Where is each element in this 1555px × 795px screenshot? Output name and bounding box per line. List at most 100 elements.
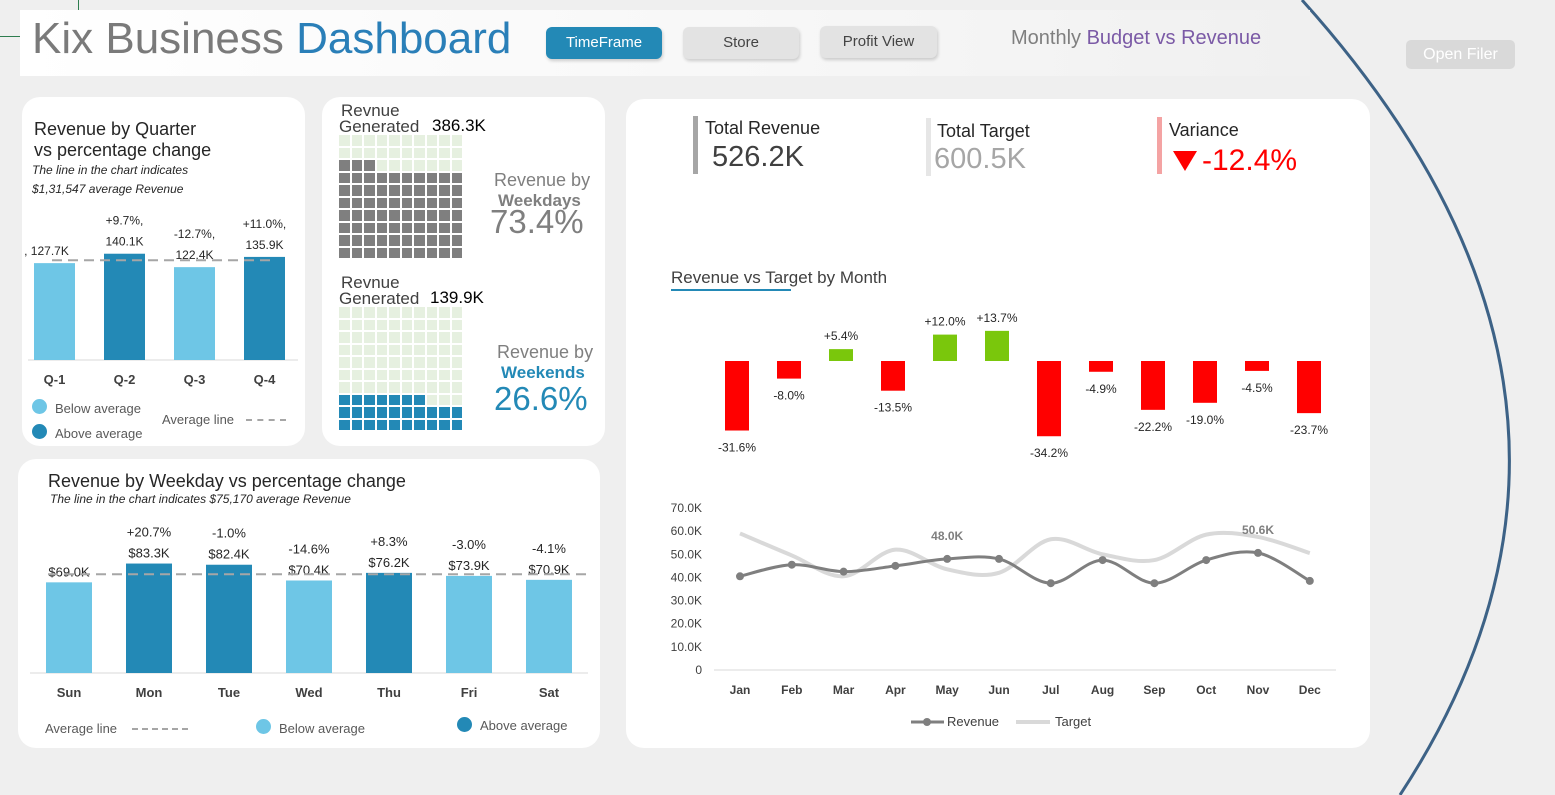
waffle-cell — [339, 185, 350, 196]
point-label: 48.0K — [931, 529, 963, 543]
total-target-label: Total Target — [937, 121, 1030, 141]
x-tick-label: Jan — [730, 683, 751, 697]
waffle-cell — [339, 357, 350, 368]
variance-label: -13.5% — [874, 401, 912, 415]
waffle-cell — [339, 160, 350, 171]
variance-bar-dec — [1297, 361, 1321, 414]
tab-profit-view[interactable]: Profit View — [820, 26, 937, 58]
waffle-cell — [389, 222, 400, 233]
waffle-cell — [351, 332, 362, 343]
tab-store[interactable]: Store — [683, 27, 799, 59]
revenue-point — [839, 567, 848, 576]
x-tick-label: Dec — [1299, 683, 1321, 697]
total-revenue-value: 526.2K — [712, 141, 804, 173]
waffle-cell — [389, 147, 400, 158]
waffle-cell — [439, 357, 450, 368]
legend-average-label: Average line — [45, 721, 118, 736]
weekday-revenue-value: 386.3K — [432, 116, 486, 135]
legend-average-label: Average line — [162, 412, 235, 427]
waffle-cell — [339, 382, 350, 393]
waffle-cell — [439, 419, 450, 430]
waffle-cell — [389, 382, 400, 393]
waffle-cell — [364, 160, 375, 171]
waffle-cell — [439, 197, 450, 208]
waffle-cell — [439, 147, 450, 158]
waffle-cell — [439, 332, 450, 343]
waffle-cell — [339, 407, 350, 418]
x-tick-label: Jul — [1042, 683, 1059, 697]
waffle-cell — [439, 160, 450, 171]
waffle-cell — [451, 172, 462, 183]
waffle-cell — [364, 247, 375, 258]
x-tick-label: Nov — [1247, 683, 1270, 697]
weekend-share-label: Revenue by — [497, 342, 594, 362]
waffle-cell — [351, 357, 362, 368]
waffle-cell — [376, 382, 387, 393]
waffle-cell — [376, 332, 387, 343]
waffle-cell — [364, 319, 375, 330]
total-target-value: 600.5K — [934, 143, 1026, 175]
waffle-cell — [389, 197, 400, 208]
bar-sat — [526, 579, 572, 673]
waffle-cell — [414, 419, 425, 430]
weekday-share-label: Revenue by — [494, 170, 591, 190]
waffle-cell — [451, 394, 462, 405]
bar-q-2 — [104, 253, 145, 360]
percent-label: -3.0% — [452, 537, 486, 552]
waffle-cell — [351, 319, 362, 330]
waffle-cell — [339, 135, 350, 146]
waffle-cell — [451, 210, 462, 221]
waffle-cell — [439, 235, 450, 246]
waffle-cell — [439, 135, 450, 146]
waffle-cell — [364, 407, 375, 418]
waffle-cell — [339, 332, 350, 343]
x-tick-label: May — [936, 683, 960, 697]
waffle-cell — [414, 407, 425, 418]
waffle-cell — [451, 197, 462, 208]
waffle-cell — [439, 172, 450, 183]
y-tick-label: 60.0K — [671, 524, 702, 538]
waffle-cell — [401, 160, 412, 171]
waffle-cell — [439, 247, 450, 258]
waffle-cell — [426, 394, 437, 405]
waffle-cell — [401, 247, 412, 258]
waffle-cell — [414, 160, 425, 171]
waffle-cell — [339, 319, 350, 330]
tab-timeframe[interactable]: TimeFrame — [546, 27, 662, 59]
waffle-cell — [376, 135, 387, 146]
waffle-cell — [426, 235, 437, 246]
waffle-cell — [364, 332, 375, 343]
waffle-cell — [351, 197, 362, 208]
waffle-cell — [426, 419, 437, 430]
waffle-cell — [451, 344, 462, 355]
waffle-cell — [351, 344, 362, 355]
waffle-cell — [389, 332, 400, 343]
open-filer-button[interactable]: Open Filer — [1406, 40, 1515, 69]
bar-wed — [286, 580, 332, 673]
waffle-cell — [351, 185, 362, 196]
waffle-cell — [389, 185, 400, 196]
waffle-cell — [451, 222, 462, 233]
waffle-cell — [426, 344, 437, 355]
waffle-cell — [439, 382, 450, 393]
waffle-cell — [389, 319, 400, 330]
waffle-cell — [414, 319, 425, 330]
waffle-cell — [414, 172, 425, 183]
waffle-cell — [376, 344, 387, 355]
total-revenue-label: Total Revenue — [705, 118, 821, 138]
waffle-cell — [389, 369, 400, 380]
variance-bar-jun — [985, 330, 1009, 361]
waffle-cell — [339, 344, 350, 355]
revenue-point — [1098, 556, 1107, 565]
waffle-cell — [351, 247, 362, 258]
waffle-cell — [389, 235, 400, 246]
waffle-cell — [401, 185, 412, 196]
waffle-cell — [364, 185, 375, 196]
quarter-title: Revenue by Quarter — [34, 119, 197, 139]
variance-value: -12.4% — [1202, 144, 1298, 177]
waffle-cell — [401, 222, 412, 233]
quarter-subtitle: $1,31,547 average Revenue — [32, 182, 184, 196]
bar-mon — [126, 563, 172, 673]
value-label: $82.4K — [208, 547, 250, 562]
waffle-cell — [351, 419, 362, 430]
